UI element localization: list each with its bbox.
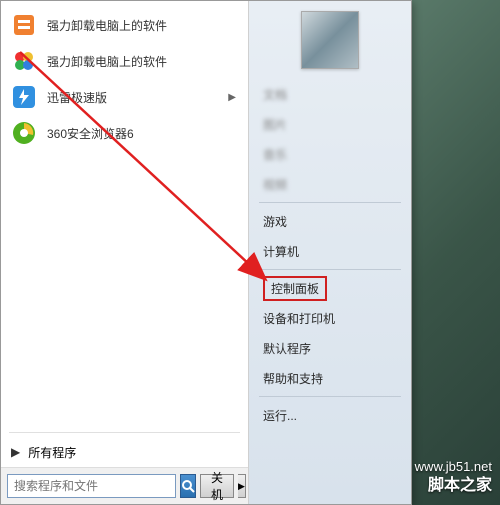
user-avatar[interactable] — [301, 11, 359, 69]
menu-label: 图片 — [263, 116, 287, 133]
program-item[interactable]: 360安全浏览器6 — [3, 115, 246, 151]
program-label: 强力卸载电脑上的软件 — [47, 53, 240, 70]
right-menu-item[interactable]: 视频 — [249, 169, 411, 199]
right-menu-item[interactable]: 文档 — [249, 79, 411, 109]
right-menu-item[interactable]: 设备和打印机 — [249, 303, 411, 333]
menu-label: 默认程序 — [263, 340, 311, 357]
search-input[interactable] — [7, 474, 176, 498]
shutdown-label: 关机 — [211, 469, 223, 503]
menu-label: 帮助和支持 — [263, 370, 323, 387]
start-menu-right-column: 文档图片音乐视频游戏计算机控制面板设备和打印机默认程序帮助和支持运行... — [249, 1, 411, 504]
shutdown-button[interactable]: 关机 — [200, 474, 234, 498]
program-label: 迅雷极速版 — [47, 89, 228, 106]
watermark-url: www.jb51.net — [415, 459, 492, 476]
clover-icon — [9, 46, 39, 76]
watermark: www.jb51.net 脚本之家 — [415, 459, 492, 497]
right-menu-item[interactable]: 游戏 — [249, 206, 411, 236]
uninstall-icon — [9, 10, 39, 40]
menu-label: 计算机 — [263, 243, 299, 260]
program-label: 强力卸载电脑上的软件 — [47, 17, 240, 34]
separator — [259, 202, 401, 203]
thunder-icon — [9, 82, 39, 112]
right-menu-item[interactable]: 默认程序 — [249, 333, 411, 363]
browser-icon — [9, 118, 39, 148]
search-row: 关机 ▶ — [1, 467, 248, 504]
watermark-name: 脚本之家 — [415, 476, 492, 497]
all-programs-button[interactable]: ▶ 所有程序 — [1, 437, 248, 467]
all-programs-label: 所有程序 — [28, 444, 76, 461]
right-menu-item[interactable]: 控制面板 — [249, 273, 411, 303]
triangle-icon: ▶ — [11, 445, 20, 459]
start-menu: 强力卸载电脑上的软件强力卸载电脑上的软件迅雷极速版▶360安全浏览器6 ▶ 所有… — [0, 0, 412, 505]
magnifier-icon — [181, 479, 195, 493]
right-menu-item[interactable]: 运行... — [249, 400, 411, 430]
program-item[interactable]: 迅雷极速版▶ — [3, 79, 246, 115]
menu-label: 文档 — [263, 86, 287, 103]
menu-label: 视频 — [263, 176, 287, 193]
program-list: 强力卸载电脑上的软件强力卸载电脑上的软件迅雷极速版▶360安全浏览器6 — [1, 1, 248, 428]
separator — [259, 269, 401, 270]
shutdown-options-button[interactable]: ▶ — [238, 474, 246, 498]
menu-label: 游戏 — [263, 213, 287, 230]
start-menu-left-column: 强力卸载电脑上的软件强力卸载电脑上的软件迅雷极速版▶360安全浏览器6 ▶ 所有… — [1, 1, 249, 504]
chevron-right-icon: ▶ — [238, 481, 245, 492]
right-menu-item[interactable]: 计算机 — [249, 236, 411, 266]
program-item[interactable]: 强力卸载电脑上的软件 — [3, 43, 246, 79]
submenu-arrow-icon: ▶ — [228, 92, 236, 103]
menu-label: 运行... — [263, 407, 297, 424]
separator — [9, 432, 240, 433]
menu-label: 设备和打印机 — [263, 310, 335, 327]
program-label: 360安全浏览器6 — [47, 125, 240, 142]
separator — [259, 396, 401, 397]
right-menu-item[interactable]: 帮助和支持 — [249, 363, 411, 393]
right-menu-item[interactable]: 音乐 — [249, 139, 411, 169]
highlight-box: 控制面板 — [263, 276, 327, 301]
right-menu-item[interactable]: 图片 — [249, 109, 411, 139]
search-button[interactable] — [180, 474, 196, 498]
program-item[interactable]: 强力卸载电脑上的软件 — [3, 7, 246, 43]
menu-label: 音乐 — [263, 146, 287, 163]
